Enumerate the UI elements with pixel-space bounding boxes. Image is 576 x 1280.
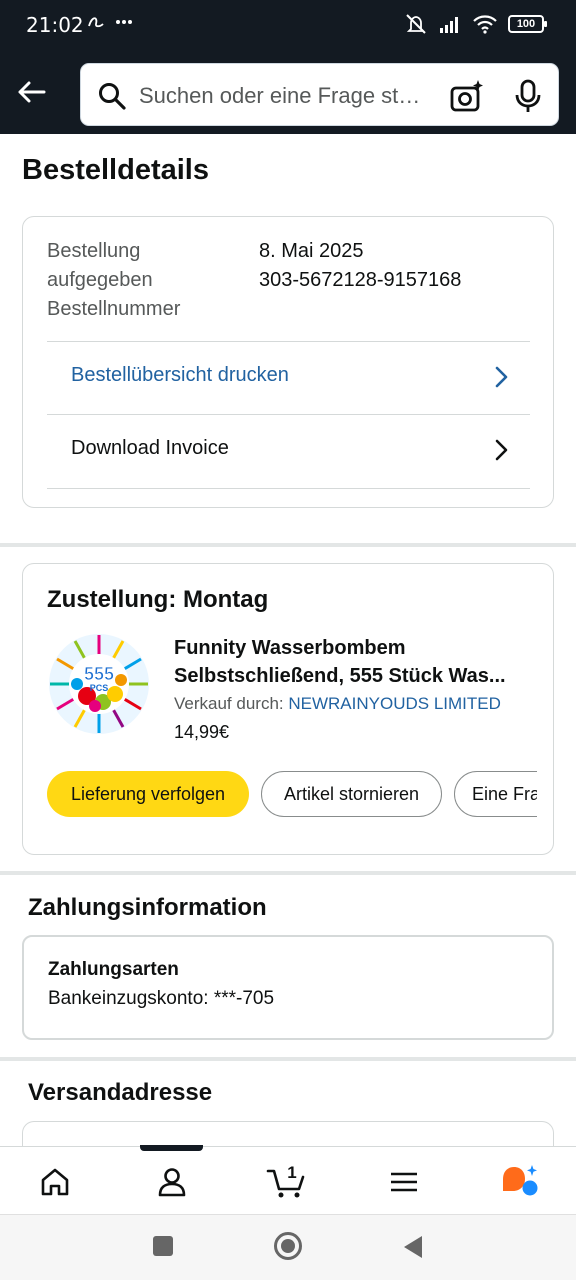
delivery-actions: Lieferung verfolgen Artikel stornieren E… xyxy=(47,771,537,819)
home-icon[interactable] xyxy=(38,1165,72,1199)
recents-button-icon[interactable] xyxy=(152,1235,174,1257)
delivery-card: Zustellung: Montag 555 PCS Funnity Wasse… xyxy=(22,563,554,855)
notification-icon xyxy=(88,17,104,28)
order-date-value: 8. Mai 2025 xyxy=(259,240,364,262)
status-time: 21:02 xyxy=(26,13,84,37)
status-left-icons xyxy=(86,12,134,32)
more-icon xyxy=(116,20,132,24)
order-date-label-line1: Bestellung xyxy=(47,240,141,262)
home-button-icon[interactable] xyxy=(273,1231,303,1261)
print-summary-link[interactable]: Bestellübersicht drucken xyxy=(47,341,530,414)
system-nav-bar xyxy=(0,1214,576,1280)
search-icon xyxy=(99,83,126,110)
rufus-assistant-icon[interactable] xyxy=(500,1165,540,1199)
seller-link[interactable]: NEWRAINYOUDS LIMITED xyxy=(288,694,501,713)
section-divider xyxy=(0,871,576,875)
signal-icon xyxy=(440,17,458,33)
battery-icon: 100 xyxy=(508,15,547,33)
chevron-right-icon xyxy=(495,439,508,461)
app-header: Suchen oder eine Frage st… xyxy=(0,52,576,134)
order-date-label-line2: aufgegeben xyxy=(47,269,153,291)
cart-count-badge: 1 xyxy=(287,1163,297,1182)
back-button-icon[interactable] xyxy=(402,1235,424,1259)
order-summary-card: Bestellung aufgegeben Bestellnummer 8. M… xyxy=(22,216,554,508)
product-image-badge-sub: PCS xyxy=(90,683,109,693)
camera-sparkle-icon[interactable] xyxy=(449,78,485,114)
product-price: 14,99€ xyxy=(174,722,230,742)
microphone-icon[interactable] xyxy=(513,78,543,114)
status-bar: 21:02 100 xyxy=(0,0,576,52)
status-right-icons: 100 xyxy=(404,12,547,36)
product-title-line2: Selbstschließend, 555 Stück Was... xyxy=(174,665,506,687)
mute-icon xyxy=(406,14,426,34)
search-bar[interactable]: Suchen oder eine Frage st… xyxy=(80,63,559,126)
seller-info: Verkauf durch: NEWRAINYOUDS LIMITED xyxy=(174,694,501,714)
payment-card: Zahlungsarten Bankeinzugskonto: ***-705 xyxy=(22,935,554,1040)
download-invoice-label: Download Invoice xyxy=(71,437,229,459)
menu-icon[interactable] xyxy=(387,1165,421,1199)
product-image[interactable]: 555 PCS xyxy=(47,632,151,736)
active-tab-indicator xyxy=(140,1145,203,1151)
order-number-label: Bestellnummer xyxy=(47,298,181,320)
payment-method-label: Zahlungsarten xyxy=(48,959,179,980)
shipping-heading: Versandadresse xyxy=(28,1079,213,1106)
back-arrow-icon[interactable] xyxy=(14,74,50,110)
print-summary-label: Bestellübersicht drucken xyxy=(71,364,289,386)
product-title[interactable]: Funnity Wasserbombem Selbstschließend, 5… xyxy=(174,634,534,690)
divider xyxy=(47,488,530,489)
section-divider xyxy=(0,1057,576,1061)
ask-question-button[interactable]: Eine Fra xyxy=(454,771,537,817)
page-title: Bestelldetails xyxy=(22,154,209,186)
section-divider xyxy=(0,543,576,547)
payment-heading: Zahlungsinformation xyxy=(28,894,267,921)
order-number-value: 303-5672128-9157168 xyxy=(259,269,462,291)
product-image-badge: 555 xyxy=(84,664,114,684)
cancel-item-button[interactable]: Artikel stornieren xyxy=(261,771,442,817)
delivery-heading: Zustellung: Montag xyxy=(47,586,269,613)
seller-prefix: Verkauf durch: xyxy=(174,694,284,713)
track-delivery-button[interactable]: Lieferung verfolgen xyxy=(47,771,249,817)
chevron-right-icon xyxy=(495,366,508,388)
wifi-icon xyxy=(473,15,497,34)
product-title-line1: Funnity Wasserbombem xyxy=(174,637,406,659)
account-icon[interactable] xyxy=(155,1165,189,1199)
download-invoice-link[interactable]: Download Invoice xyxy=(47,414,530,487)
payment-method-value: Bankeinzugskonto: ***-705 xyxy=(48,988,275,1009)
search-input[interactable]: Suchen oder eine Frage st… xyxy=(139,83,429,109)
